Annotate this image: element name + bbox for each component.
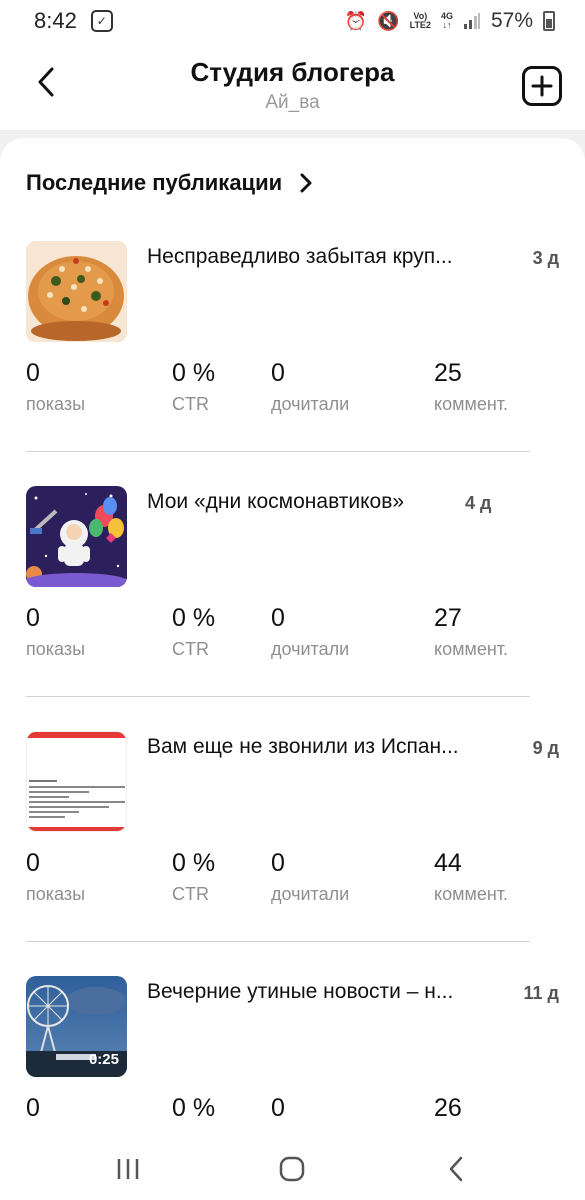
battery-icon [543, 11, 555, 31]
system-nav-bar [0, 1143, 585, 1200]
volte-icon: Vo) LTE2 [409, 11, 431, 30]
publication-age: 9 д [532, 738, 559, 758]
section-title: Последние публикации [26, 170, 283, 195]
publication-thumbnail: 0:25 [26, 976, 127, 1077]
network-icon: 4G ↓↑ [440, 11, 453, 30]
stat-views: 0 показы [26, 849, 86, 904]
publication-title: Вам еще не звонили из Испан... [147, 735, 459, 758]
stat-ctr: 0 % CTR [172, 604, 216, 659]
divider [26, 451, 530, 452]
publication-title: Несправедливо забытая круп... [147, 245, 453, 268]
content-card: Последние публикации Несправедливо забыт… [0, 138, 585, 1143]
publication-item[interactable]: Вам еще не звонили из Испан... 9 д 0 пока… [0, 731, 585, 976]
astronaut-image [26, 486, 127, 587]
stat-views: 0 показы [26, 604, 86, 659]
publication-age: 4 д [465, 493, 492, 513]
status-icons: ⏰ 🔇 Vo) LTE2 4G ↓↑ 57% [345, 9, 555, 33]
publication-thumbnail [26, 486, 127, 587]
publication-age: 11 д [523, 983, 559, 1003]
page-title: Студия блогера [190, 57, 395, 87]
food-image [26, 241, 127, 342]
notification-icon: ✓ [90, 10, 113, 32]
publication-item[interactable]: Несправедливо забытая круп... 3 д 0 показ… [0, 241, 585, 486]
status-bar: 8:42 ✓ ⏰ 🔇 Vo) LTE2 4G ↓↑ 57% [0, 0, 585, 42]
publication-title: Вечерние утиные новости – н... [147, 980, 454, 1003]
signal-icon [463, 13, 480, 29]
stat-views: 0 показы [26, 359, 86, 414]
back-icon [449, 1156, 463, 1182]
home-icon [279, 1156, 305, 1182]
recent-publications-link[interactable]: Последние публикации [26, 170, 312, 196]
alarm-icon: ⏰ [344, 10, 368, 31]
stat-comments: 27 коммент. [434, 604, 509, 659]
publication-thumbnail [26, 731, 127, 832]
stat-read: 0 дочитали [271, 359, 350, 414]
add-button[interactable] [522, 66, 562, 106]
app-header: Студия блогера Ай_ва [0, 42, 585, 130]
page-subtitle: Ай_ва [265, 92, 320, 113]
publication-thumbnail [26, 241, 127, 342]
status-time: 8:42 [34, 8, 77, 33]
recent-apps-icon [117, 1159, 139, 1179]
video-duration: 0:25 [88, 1051, 119, 1068]
stat-views: 0 [26, 1094, 40, 1122]
stat-read: 0 дочитали [271, 849, 350, 904]
stat-comments: 26 [434, 1094, 462, 1122]
stat-ctr: 0 % CTR [172, 849, 216, 904]
publication-item[interactable]: Мои «дни космонавтиков» 4 д 0 показы 0 % C… [0, 486, 585, 731]
nav-back-button[interactable] [431, 1149, 481, 1189]
publication-title: Мои «дни космонавтиков» [147, 490, 405, 513]
recent-apps-button[interactable] [103, 1149, 153, 1189]
stat-read: 0 [271, 1094, 285, 1122]
stat-comments: 44 коммент. [434, 849, 509, 904]
divider [26, 941, 530, 942]
publication-item[interactable]: 0:25 Вечерние утиные новости – н... 11 д… [0, 976, 585, 1143]
stat-ctr: 0 % [172, 1094, 216, 1122]
stat-comments: 25 коммент. [434, 359, 509, 414]
home-button[interactable] [267, 1149, 317, 1189]
stat-ctr: 0 % CTR [172, 359, 216, 414]
mute-icon: 🔇 [377, 10, 400, 31]
plus-icon [531, 75, 553, 97]
document-image [27, 732, 126, 831]
stat-read: 0 дочитали [271, 604, 350, 659]
publication-age: 3 д [532, 248, 559, 268]
battery-percent: 57% [490, 9, 533, 32]
chevron-right-icon [300, 173, 312, 193]
divider [26, 696, 530, 697]
